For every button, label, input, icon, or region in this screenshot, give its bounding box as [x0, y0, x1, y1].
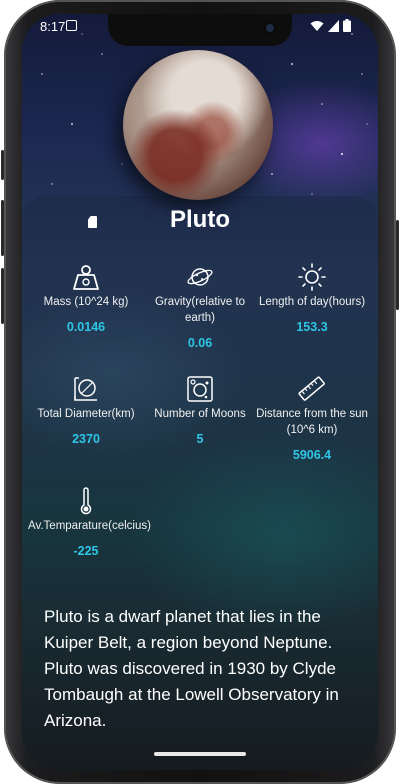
stat-label: Total Diameter(km) — [37, 408, 135, 420]
stat-temperature: Av.Temparature(celcius) -225 — [28, 486, 151, 558]
stat-day-length: Length of day(hours) 153.3 — [254, 262, 370, 334]
stat-diameter: Total Diameter(km) 2370 — [28, 374, 144, 446]
stat-moons: Number of Moons 5 — [142, 374, 258, 446]
stat-label: Distance from the sun (10^6 km) — [256, 408, 368, 436]
status-system-icons — [310, 19, 351, 32]
stat-value: 153.3 — [296, 320, 328, 334]
planet-image — [123, 50, 273, 200]
gravity-planet-icon — [187, 268, 213, 286]
stat-gravity: Gravity(relative to earth) 0.06 — [142, 262, 258, 350]
status-notification-icons — [66, 20, 97, 228]
weight-icon — [73, 265, 99, 290]
stat-value: 5 — [196, 432, 204, 446]
stat-mass: Mass (10^24 kg) 0.0146 — [28, 262, 144, 334]
home-indicator[interactable] — [154, 752, 246, 756]
stat-label: Gravity(relative to earth) — [154, 296, 246, 324]
stat-label: Av.Temparature(celcius) — [28, 520, 151, 532]
stat-label: Mass (10^24 kg) — [43, 296, 129, 308]
signal-icon — [328, 19, 339, 32]
stat-value: 2370 — [72, 432, 100, 446]
status-time: 8:17 — [40, 19, 66, 34]
stat-value: -225 — [73, 544, 99, 558]
planet-description: Pluto is a dwarf planet that lies in the… — [44, 607, 339, 730]
ruler-icon — [298, 376, 325, 401]
battery-icon — [343, 19, 351, 32]
wifi-icon — [310, 20, 324, 31]
stat-label: Length of day(hours) — [258, 296, 366, 308]
diameter-icon — [74, 377, 97, 401]
moons-icon — [187, 376, 213, 402]
stat-label: Number of Moons — [154, 408, 246, 420]
sun-icon — [298, 263, 326, 291]
screenshot-icon — [66, 20, 77, 31]
front-camera — [266, 24, 274, 32]
sim-card-icon — [88, 216, 97, 228]
volume-down-button — [1, 268, 4, 324]
thermometer-icon — [80, 487, 92, 515]
notch — [108, 14, 292, 46]
stat-value: 5906.4 — [292, 448, 332, 462]
planet-title: Pluto — [170, 206, 230, 233]
stat-value: 0.06 — [187, 336, 213, 350]
stat-distance: Distance from the sun (10^6 km) 5906.4 — [254, 374, 370, 462]
mute-switch — [1, 150, 4, 180]
stat-value: 0.0146 — [66, 320, 106, 334]
